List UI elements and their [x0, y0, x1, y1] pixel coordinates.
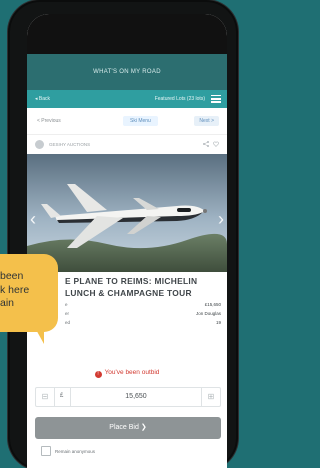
- lot-navigation: < Previous Ski Menu Next >: [27, 112, 227, 130]
- featured-lots-link[interactable]: Featured Lots (23 lots): [155, 96, 205, 102]
- status-bar: [27, 14, 227, 54]
- remain-anonymous-checkbox[interactable]: [41, 446, 51, 456]
- remain-anonymous-option[interactable]: Remain anonymous: [41, 446, 95, 456]
- phone-screen: WHAT'S ON MY ROAD ◂ Back Featured Lots (…: [27, 14, 227, 468]
- listing-header: GESIHY AUCTIONS: [27, 134, 227, 151]
- seller-avatar: [35, 140, 44, 149]
- detail-key: e: [65, 302, 68, 307]
- tooltip-line: been: [0, 270, 24, 282]
- private-plane-image: [27, 154, 227, 272]
- currency-symbol: £: [60, 393, 64, 399]
- outbid-alert: ! You've been outbid: [27, 369, 227, 378]
- tooltip-line: k here: [0, 283, 30, 296]
- phone-frame: WHAT'S ON MY ROAD ◂ Back Featured Lots (…: [10, 2, 236, 468]
- nav-bar: ◂ Back Featured Lots (23 lots): [27, 90, 227, 108]
- previous-lot-link[interactable]: < Previous: [37, 116, 61, 126]
- detail-key: er: [65, 311, 70, 316]
- decrease-bid-button[interactable]: ⊟: [36, 388, 55, 406]
- top-bidder-row: er Jon Douglas: [65, 311, 225, 320]
- bid-amount-input[interactable]: 15,650: [70, 388, 201, 406]
- tooltip-text: been k here ain: [0, 270, 29, 311]
- bids-placed-row: ed 19: [65, 320, 225, 329]
- lot-title-line-1: E PLANE TO REIMS: MICHELIN: [65, 276, 198, 286]
- bid-amount-stepper: ⊟ £ 15,650 ⊞: [35, 387, 221, 407]
- place-bid-button[interactable]: Place Bid ❯: [35, 417, 221, 439]
- outbid-text: You've been outbid: [104, 369, 160, 376]
- alert-icon: !: [94, 371, 102, 378]
- current-bid-row: e £15,650: [65, 302, 225, 311]
- lot-title: E PLANE TO REIMS: MICHELIN LUNCH & CHAMP…: [65, 275, 225, 299]
- current-bid-value: £15,650: [204, 302, 221, 307]
- tooltip-tail: [34, 326, 44, 344]
- lot-details: e £15,650 er Jon Douglas ed 19: [65, 302, 225, 329]
- site-banner: WHAT'S ON MY ROAD: [27, 54, 227, 90]
- seller-name: GESIHY AUCTIONS: [49, 142, 91, 147]
- top-bidder-value: Jon Douglas: [195, 311, 221, 316]
- carousel-next-icon[interactable]: ›: [218, 210, 224, 228]
- remain-anonymous-label: Remain anonymous: [55, 449, 96, 454]
- lot-menu-pill[interactable]: Ski Menu: [123, 116, 158, 126]
- share-icon[interactable]: [203, 141, 209, 147]
- next-lot-button[interactable]: Next >: [194, 116, 219, 126]
- back-link[interactable]: ◂ Back: [35, 96, 50, 102]
- hamburger-menu-icon[interactable]: [211, 95, 221, 103]
- increase-bid-button[interactable]: ⊞: [201, 388, 220, 406]
- favorite-heart-icon[interactable]: [213, 141, 219, 147]
- help-tooltip-bubble: been k here ain: [0, 254, 58, 332]
- detail-key: ed: [65, 320, 71, 325]
- tooltip-line: ain: [0, 297, 15, 309]
- lot-title-line-2: LUNCH & CHAMPAGNE TOUR: [65, 288, 192, 298]
- carousel-prev-icon[interactable]: ‹: [30, 210, 36, 228]
- bids-placed-value: 19: [215, 320, 221, 325]
- listing-photo-carousel[interactable]: ‹ ›: [27, 154, 227, 272]
